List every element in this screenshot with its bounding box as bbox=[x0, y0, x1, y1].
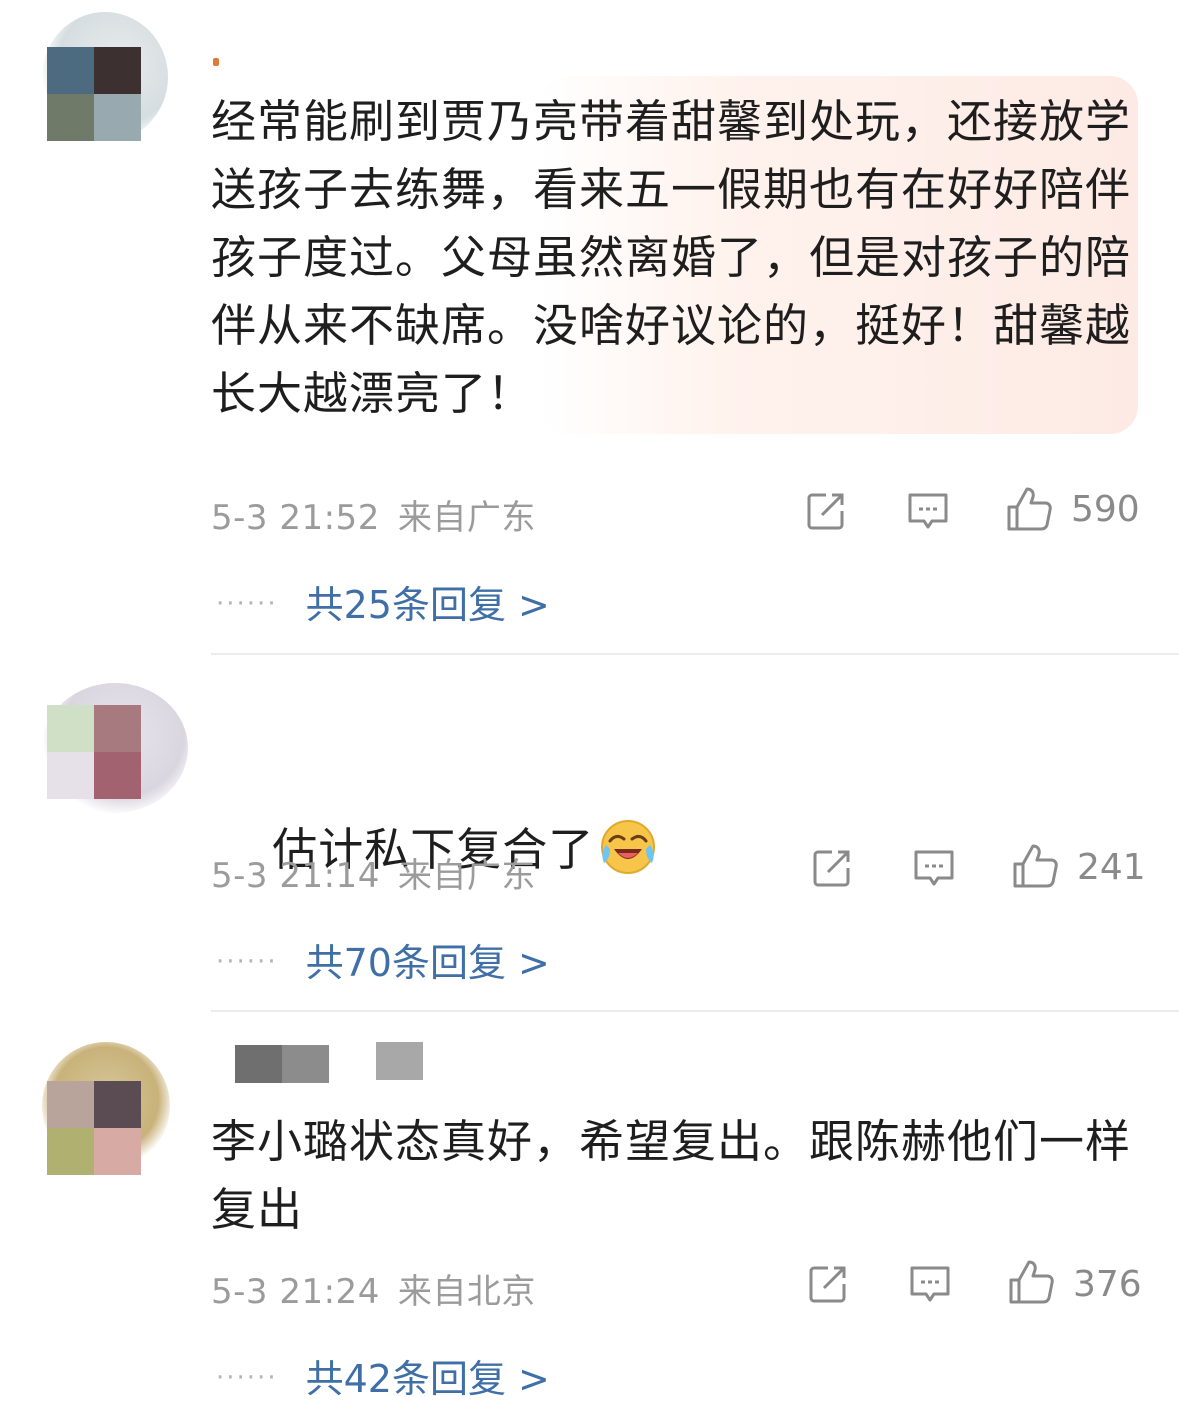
replies-label: 共42条回复 > bbox=[305, 1357, 550, 1401]
comment-time: 5-3 21:52 bbox=[211, 498, 380, 538]
share-icon[interactable] bbox=[804, 489, 848, 533]
comment-text: 经常能刷到贾乃亮带着甜馨到处玩，还接放学送孩子去练舞，看来五一假期也有在好好陪伴… bbox=[211, 95, 1132, 420]
username-redacted bbox=[213, 58, 219, 66]
avatar-pixel bbox=[94, 705, 141, 752]
avatar-pixel bbox=[47, 752, 94, 799]
thumbs-up-icon[interactable] bbox=[1007, 1258, 1055, 1306]
avatar-pixel bbox=[94, 94, 141, 141]
comment-location: 来自北京 bbox=[397, 1272, 536, 1312]
view-replies-link[interactable]: ······ 共42条回复 > bbox=[216, 1348, 550, 1403]
avatar-pixel bbox=[47, 94, 94, 141]
laugh-cry-emoji bbox=[601, 820, 656, 874]
comment-icon[interactable] bbox=[908, 1262, 952, 1306]
avatar-pixel bbox=[94, 47, 141, 94]
avatar-pixel bbox=[47, 47, 94, 94]
replies-dots: ······ bbox=[216, 947, 278, 977]
avatar-pixel bbox=[94, 752, 141, 799]
avatar[interactable] bbox=[47, 1081, 141, 1175]
comment-icon[interactable] bbox=[906, 489, 950, 533]
avatar-pixel bbox=[47, 1128, 94, 1175]
username-redacted bbox=[376, 1042, 423, 1080]
comment-location: 来自广东 bbox=[397, 856, 536, 896]
like-count: 590 bbox=[1071, 489, 1140, 530]
comment-icon[interactable] bbox=[912, 846, 956, 890]
avatar[interactable] bbox=[47, 705, 141, 799]
replies-label: 共25条回复 > bbox=[305, 583, 550, 627]
username-redacted bbox=[235, 1045, 329, 1083]
comment-item-1: 经常能刷到贾乃亮带着甜馨到处玩，还接放学送孩子去练舞，看来五一假期也有在好好陪伴… bbox=[0, 0, 1179, 655]
like-count: 376 bbox=[1073, 1264, 1142, 1305]
comment-meta: 5-3 21:52 来自广东 bbox=[211, 490, 536, 539]
thumbs-up-icon[interactable] bbox=[1005, 485, 1053, 533]
replies-dots: ······ bbox=[216, 589, 278, 619]
like-count: 241 bbox=[1077, 847, 1146, 888]
comment-item-3: 李小璐状态真好，希望复出。跟陈赫他们一样复出 5-3 21:24 来自北京 376… bbox=[0, 1012, 1179, 1418]
comment-text: 李小璐状态真好，希望复出。跟陈赫他们一样复出 bbox=[211, 1115, 1132, 1236]
avatar-pixel bbox=[47, 705, 94, 752]
view-replies-link[interactable]: ······ 共70条回复 > bbox=[216, 932, 550, 987]
comment-meta: 5-3 21:14 来自广东 bbox=[211, 848, 536, 897]
comment-item-2: 估计私下复合了 5-3 21:14 来自广东 241 ······ 共70条回复 > bbox=[0, 655, 1179, 1012]
replies-dots: ······ bbox=[216, 1363, 278, 1393]
thumbs-up-icon[interactable] bbox=[1011, 842, 1059, 890]
avatar-pixel bbox=[47, 1081, 94, 1128]
comment-location: 来自广东 bbox=[397, 498, 536, 538]
view-replies-link[interactable]: ······ 共25条回复 > bbox=[216, 574, 550, 629]
share-icon[interactable] bbox=[810, 846, 854, 890]
replies-label: 共70条回复 > bbox=[305, 941, 550, 985]
comment-time: 5-3 21:24 bbox=[211, 1272, 380, 1312]
share-icon[interactable] bbox=[806, 1262, 850, 1306]
avatar-pixel bbox=[94, 1081, 141, 1128]
avatar[interactable] bbox=[47, 47, 141, 141]
comment-time: 5-3 21:14 bbox=[211, 856, 380, 896]
avatar-pixel bbox=[94, 1128, 141, 1175]
comment-meta: 5-3 21:24 来自北京 bbox=[211, 1264, 536, 1313]
